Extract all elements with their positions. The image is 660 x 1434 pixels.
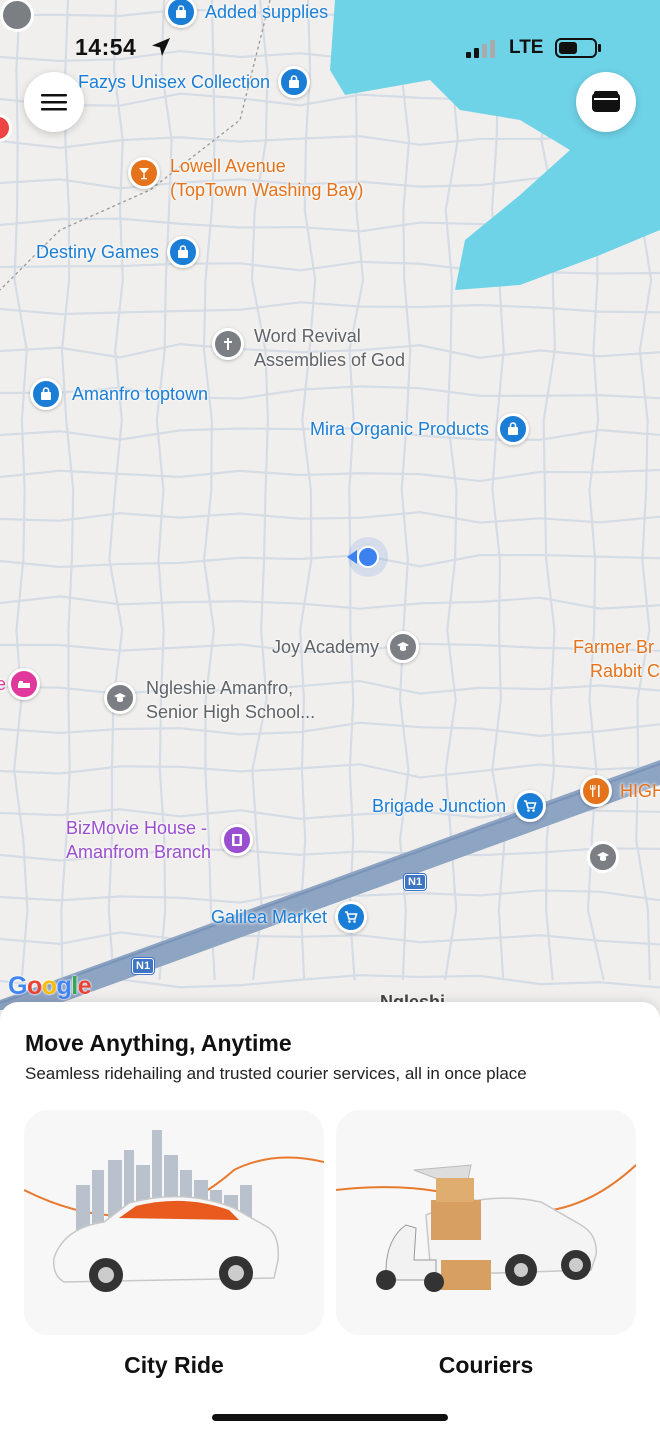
hamburger-icon	[41, 94, 67, 111]
poi-joy-academy[interactable]: Joy Academy	[272, 631, 420, 663]
poi-destiny-games[interactable]: Destiny Games	[36, 236, 200, 268]
bottom-sheet: Move Anything, Anytime Seamless ridehail…	[0, 1002, 660, 1434]
poi-mira-organic[interactable]: Mira Organic Products	[310, 413, 530, 445]
poi-galilea-market[interactable]: Galilea Market	[211, 901, 368, 933]
battery-icon	[555, 38, 601, 58]
cart-icon	[514, 790, 547, 822]
road-badge-n1: N1	[132, 958, 155, 974]
poi-label: Amanfro toptown	[72, 384, 209, 404]
road-badge-n1: N1	[404, 874, 427, 890]
poi-word-revival[interactable]: Word Revival Assemblies of God	[212, 324, 405, 372]
poi-label: Galilea Market	[211, 907, 328, 927]
poi-label: Destiny Games	[36, 242, 160, 262]
poi-label: Fazys Unisex Collection	[78, 72, 271, 92]
poi-ngleshie-shs[interactable]: Ngleshie Amanfro, Senior High School...	[104, 676, 315, 724]
shopping-bag-icon	[30, 378, 62, 410]
wallet-button[interactable]	[576, 72, 636, 132]
school-icon	[387, 631, 420, 663]
menu-button[interactable]	[24, 72, 84, 132]
poi-label-line2: Assemblies of God	[254, 350, 406, 370]
poi-label-line1: Ngleshie Amanfro,	[146, 678, 294, 698]
cart-icon	[335, 901, 368, 933]
status-time: 14:54	[75, 34, 137, 60]
city-ride-label: City Ride	[124, 1352, 224, 1378]
city-ride-card[interactable]	[24, 1110, 324, 1335]
shopping-bag-icon	[167, 236, 200, 268]
cross-icon	[212, 328, 244, 360]
poi-label-line2: Amanfrom Branch	[66, 842, 212, 862]
poi-label-line2: Rabbit C	[590, 661, 660, 681]
poi-label-line2: Senior High School...	[146, 702, 316, 722]
home-indicator[interactable]	[212, 1414, 448, 1421]
film-icon	[221, 824, 254, 856]
poi-amanfro-toptown[interactable]: Amanfro toptown	[30, 378, 208, 410]
school-icon[interactable]	[587, 841, 619, 873]
poi-label-line1: BizMovie House -	[66, 818, 208, 838]
poi-label-line2: (TopTown Washing Bay)	[170, 180, 364, 200]
restaurant-icon	[580, 775, 612, 807]
city-ride-image	[24, 1130, 324, 1292]
location-arrow-icon	[152, 38, 170, 56]
shopping-bag-icon	[497, 413, 530, 445]
poi-farmer-rabbit[interactable]: Farmer Br Rabbit C	[573, 635, 660, 683]
cocktail-icon	[128, 157, 160, 189]
couriers-card[interactable]	[336, 1110, 636, 1335]
status-bar: 14:54 LTE	[0, 30, 660, 70]
poi-label: Brigade Junction	[372, 796, 507, 816]
poi-label: HIGH	[620, 781, 660, 801]
network-label: LTE	[509, 37, 544, 58]
poi-label-line1: Lowell Avenue	[170, 156, 286, 176]
couriers-label: Couriers	[438, 1352, 534, 1378]
hotel-icon[interactable]: e	[0, 668, 41, 700]
poi-label: Joy Academy	[272, 637, 380, 657]
wallet-icon	[592, 91, 620, 112]
poi-label-line1: Word Revival	[254, 326, 361, 346]
poi-lowell[interactable]: Lowell Avenue (TopTown Washing Bay)	[128, 154, 363, 202]
school-icon	[104, 682, 136, 714]
sheet-title: Move Anything, Anytime	[25, 1030, 292, 1056]
current-location-dot	[347, 537, 388, 577]
sheet-subtitle: Seamless ridehailing and trusted courier…	[25, 1064, 527, 1083]
poi-brigade-junction[interactable]: Brigade Junction	[372, 790, 547, 822]
poi-high[interactable]: HIGH	[580, 775, 660, 807]
poi-label: Mira Organic Products	[310, 419, 490, 439]
poi-bizmovie[interactable]: BizMovie House - Amanfrom Branch	[66, 816, 254, 864]
google-logo: Google	[8, 972, 92, 1000]
map-view[interactable]: Added supplies Fazys Unisex Collection L…	[0, 0, 660, 1010]
poi-fazys[interactable]: Fazys Unisex Collection	[78, 66, 311, 98]
couriers-image	[336, 1164, 636, 1292]
shopping-bag-icon	[278, 66, 311, 98]
signal-icon	[466, 40, 495, 58]
poi-added-supplies[interactable]: Added supplies	[165, 0, 328, 28]
shopping-bag-icon	[165, 0, 197, 28]
poi-label-line1: Farmer Br	[573, 637, 654, 657]
poi-label: Added supplies	[205, 2, 329, 22]
